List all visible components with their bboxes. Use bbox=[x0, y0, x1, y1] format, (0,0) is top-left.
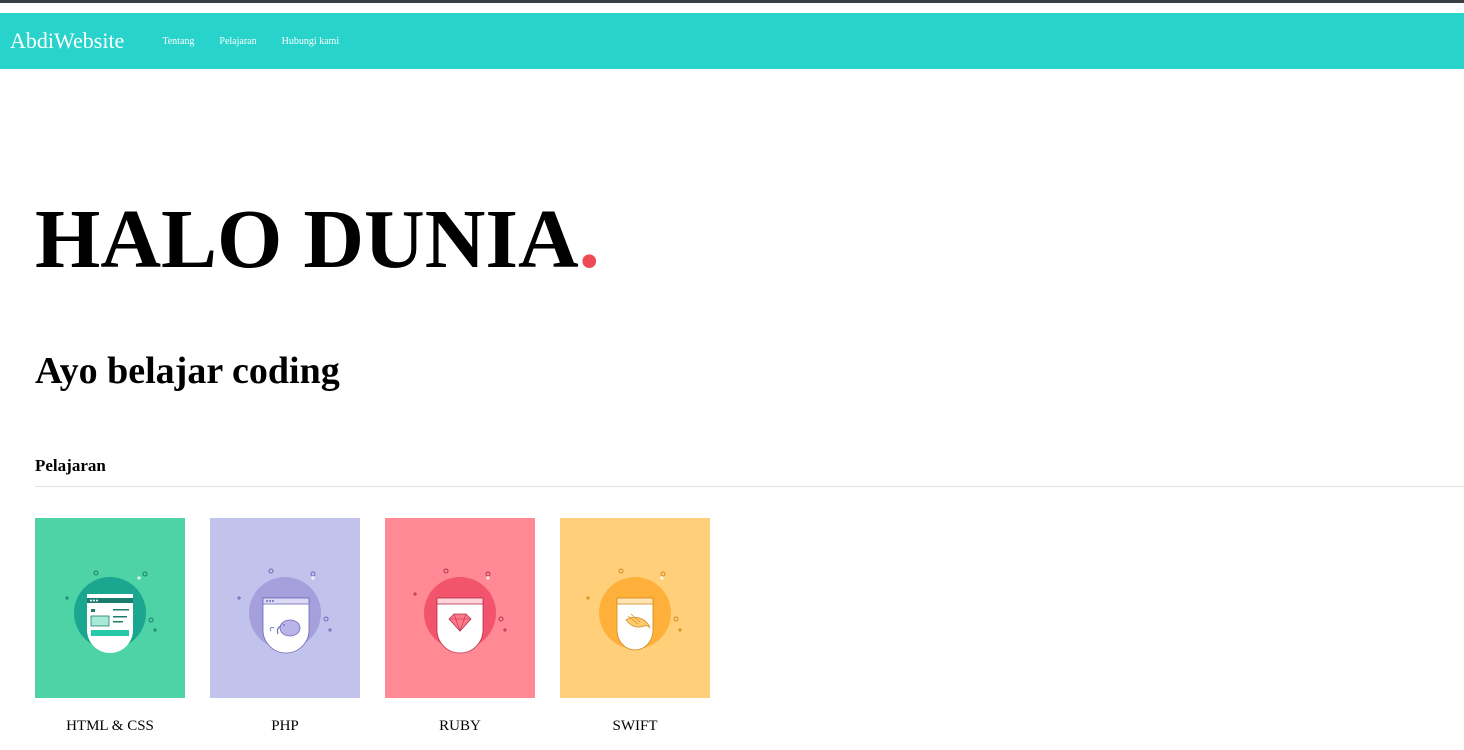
lessons-grid: HTML & CSS PHP RUBY SWIFT bbox=[35, 518, 735, 735]
navbar: AbdiWebsite Tentang Pelajaran Hubungi ka… bbox=[0, 13, 1464, 69]
lesson-label-swift: SWIFT bbox=[612, 718, 658, 734]
lesson-label-ruby: RUBY bbox=[439, 718, 481, 734]
window-top-border bbox=[0, 0, 1464, 3]
hero-subtitle: Ayo belajar coding bbox=[35, 350, 340, 392]
swift-bird-icon[interactable] bbox=[560, 518, 710, 698]
hero-title-text: HALO DUNIA bbox=[35, 193, 579, 286]
lesson-label-php: PHP bbox=[271, 718, 299, 734]
php-elephant-icon[interactable] bbox=[210, 518, 360, 698]
ruby-gem-icon[interactable] bbox=[385, 518, 535, 698]
lesson-label-html-css: HTML & CSS bbox=[66, 718, 154, 734]
hero-title: HALO DUNIA. bbox=[35, 190, 600, 290]
lesson-card-php[interactable]: PHP bbox=[210, 518, 360, 735]
nav-links: Tentang Pelajaran Hubungi kami bbox=[162, 36, 364, 47]
html-css-icon[interactable] bbox=[35, 518, 185, 698]
hero-title-dot: . bbox=[578, 193, 600, 286]
lesson-card-swift[interactable]: SWIFT bbox=[560, 518, 710, 735]
nav-link-pelajaran[interactable]: Pelajaran bbox=[219, 36, 256, 47]
lesson-card-ruby[interactable]: RUBY bbox=[385, 518, 535, 735]
lessons-divider bbox=[35, 486, 1464, 487]
lesson-card-html-css[interactable]: HTML & CSS bbox=[35, 518, 185, 735]
brand-logo[interactable]: AbdiWebsite bbox=[10, 28, 124, 54]
nav-link-hubungi-kami[interactable]: Hubungi kami bbox=[282, 36, 340, 47]
lessons-heading: Pelajaran bbox=[35, 456, 106, 475]
nav-link-tentang[interactable]: Tentang bbox=[162, 36, 194, 47]
